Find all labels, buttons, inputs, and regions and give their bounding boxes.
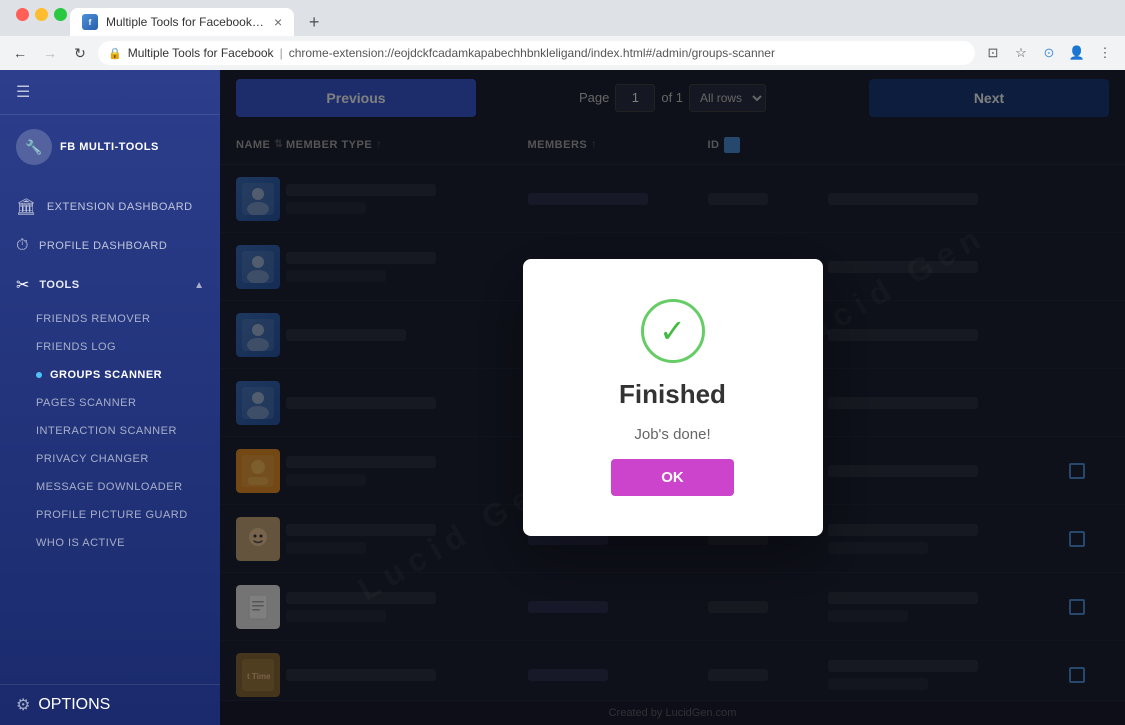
- sidebar-item-interaction-scanner[interactable]: INTERACTION SCANNER: [0, 417, 220, 445]
- modal-subtitle: Job's done!: [634, 426, 710, 443]
- sidebar-item-friends-remover[interactable]: FRIENDS REMOVER: [0, 305, 220, 333]
- tab-title: Multiple Tools for Facebook b...: [106, 15, 266, 29]
- brand-icon: 🔧: [16, 129, 52, 165]
- modal-ok-button[interactable]: OK: [611, 459, 734, 496]
- sidebar-item-profile-dashboard[interactable]: ⏱ PROFILE DASHBOARD: [0, 227, 220, 265]
- dashboard-icon: 🏛: [16, 197, 37, 217]
- site-name: Multiple Tools for Facebook: [128, 46, 274, 60]
- close-tab-btn[interactable]: ×: [274, 14, 282, 30]
- sidebar-item-privacy-changer[interactable]: PRIVACY CHANGER: [0, 445, 220, 473]
- modal-overlay: ✓ Finished Job's done! OK: [220, 70, 1125, 725]
- message-downloader-label: MESSAGE DOWNLOADER: [36, 481, 183, 493]
- profile-picture-guard-label: PROFILE PICTURE GUARD: [36, 509, 188, 521]
- tools-label: TOOLS: [39, 279, 79, 291]
- new-tab-btn[interactable]: +: [300, 8, 328, 36]
- lock-icon: 🔒: [108, 47, 122, 60]
- sidebar-item-message-downloader[interactable]: MESSAGE DOWNLOADER: [0, 473, 220, 501]
- back-btn[interactable]: ←: [8, 41, 32, 65]
- checkmark-icon: ✓: [659, 312, 686, 350]
- options-icon: ⚙: [16, 695, 30, 715]
- reload-btn[interactable]: ↻: [68, 41, 92, 65]
- address-bar[interactable]: 🔒 Multiple Tools for Facebook | chrome-e…: [98, 41, 975, 65]
- forward-btn[interactable]: →: [38, 41, 62, 65]
- extension-btn[interactable]: ⊙: [1037, 41, 1061, 65]
- tab-bar: f Multiple Tools for Facebook b... × +: [0, 0, 1125, 36]
- profile-icon: ⏱: [16, 237, 29, 255]
- app-container: ☰ 🔧 FB MULTI-TOOLS 🏛 EXTENSION DASHBOARD…: [0, 70, 1125, 725]
- nav-actions: ⊡ ☆ ⊙ 👤 ⋮: [981, 41, 1117, 65]
- profile-dashboard-label: PROFILE DASHBOARD: [39, 240, 167, 252]
- extension-dashboard-label: EXTENSION DASHBOARD: [47, 201, 193, 213]
- sidebar-item-who-is-active[interactable]: WHO IS ACTIVE: [0, 529, 220, 557]
- active-tab[interactable]: f Multiple Tools for Facebook b... ×: [70, 8, 294, 36]
- tools-icon: ✂: [16, 275, 29, 295]
- who-is-active-label: WHO IS ACTIVE: [36, 537, 125, 549]
- browser-chrome: f Multiple Tools for Facebook b... × + ←…: [0, 0, 1125, 70]
- sidebar: ☰ 🔧 FB MULTI-TOOLS 🏛 EXTENSION DASHBOARD…: [0, 70, 220, 725]
- menu-btn[interactable]: ⋮: [1093, 41, 1117, 65]
- modal-title: Finished: [619, 379, 726, 410]
- nav-bar: ← → ↻ 🔒 Multiple Tools for Facebook | ch…: [0, 36, 1125, 70]
- sidebar-item-pages-scanner[interactable]: PAGES SCANNER: [0, 389, 220, 417]
- sidebar-nav: 🏛 EXTENSION DASHBOARD ⏱ PROFILE DASHBOAR…: [0, 179, 220, 684]
- brand-name: FB MULTI-TOOLS: [60, 141, 159, 153]
- sidebar-item-groups-scanner[interactable]: GROUPS SCANNER: [0, 361, 220, 389]
- profile-btn[interactable]: 👤: [1065, 41, 1089, 65]
- interaction-scanner-label: INTERACTION SCANNER: [36, 425, 177, 437]
- modal-success-icon: ✓: [641, 299, 705, 363]
- options-label: OPTIONS: [38, 696, 110, 714]
- reader-mode-btn[interactable]: ⊡: [981, 41, 1005, 65]
- url-text: chrome-extension://eojdckfcadamkapabechh…: [289, 46, 775, 60]
- sidebar-header: ☰: [0, 70, 220, 115]
- friends-log-label: FRIENDS LOG: [36, 341, 116, 353]
- sidebar-item-extension-dashboard[interactable]: 🏛 EXTENSION DASHBOARD: [0, 187, 220, 227]
- sidebar-item-friends-log[interactable]: FRIENDS LOG: [0, 333, 220, 361]
- pages-scanner-label: PAGES SCANNER: [36, 397, 136, 409]
- minimize-window-btn[interactable]: [35, 8, 48, 21]
- tools-arrow: ▲: [194, 280, 204, 291]
- modal-dialog: ✓ Finished Job's done! OK: [523, 259, 823, 536]
- bookmark-btn[interactable]: ☆: [1009, 41, 1033, 65]
- groups-scanner-label: GROUPS SCANNER: [50, 369, 162, 381]
- sidebar-item-profile-picture-guard[interactable]: PROFILE PICTURE GUARD: [0, 501, 220, 529]
- privacy-changer-label: PRIVACY CHANGER: [36, 453, 149, 465]
- tools-section[interactable]: ✂ TOOLS ▲: [0, 265, 220, 305]
- tools-submenu: FRIENDS REMOVER FRIENDS LOG GROUPS SCANN…: [0, 305, 220, 557]
- friends-remover-label: FRIENDS REMOVER: [36, 313, 150, 325]
- main-content: Previous Page of 1 All rows 10 rows 25 r…: [220, 70, 1125, 725]
- url-separator: |: [280, 46, 283, 60]
- tab-favicon: f: [82, 14, 98, 30]
- hamburger-icon[interactable]: ☰: [16, 82, 30, 102]
- sidebar-brand: 🔧 FB MULTI-TOOLS: [0, 115, 220, 179]
- close-window-btn[interactable]: [16, 8, 29, 21]
- maximize-window-btn[interactable]: [54, 8, 67, 21]
- sidebar-footer[interactable]: ⚙ OPTIONS: [0, 684, 220, 725]
